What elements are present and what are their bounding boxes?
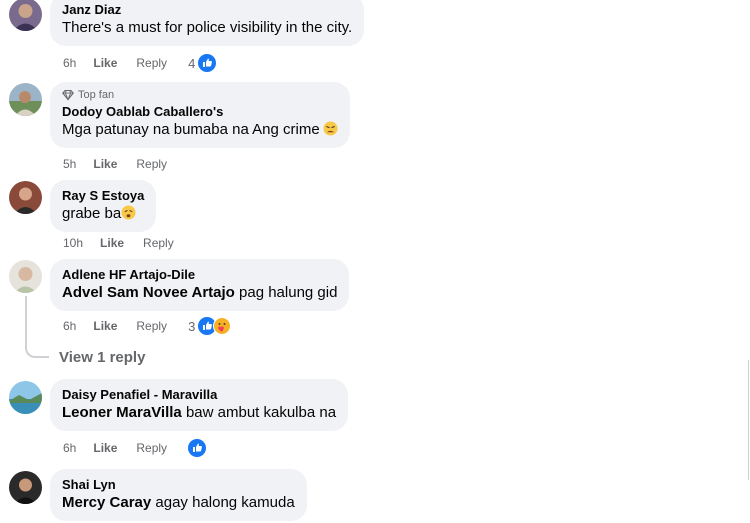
diamond-icon	[62, 89, 74, 101]
comment-actions: 10h Like Reply	[63, 234, 195, 252]
tired-face-emoji-icon	[323, 121, 338, 136]
avatar[interactable]	[9, 260, 42, 293]
like-button[interactable]: Like	[93, 319, 117, 333]
comment-text: Advel Sam Novee Artajo pag halung gid	[62, 283, 337, 303]
like-reaction-icon	[188, 439, 207, 457]
mention-link[interactable]: Leoner MaraVilla	[62, 404, 182, 421]
avatar[interactable]	[9, 83, 42, 116]
comment-author[interactable]: Adlene HF Artajo-Dile	[62, 266, 337, 283]
comment-timestamp[interactable]: 6h	[63, 319, 76, 333]
like-button[interactable]: Like	[100, 236, 124, 250]
comment-author[interactable]: Ray S Estoya	[62, 187, 144, 204]
comment-author[interactable]: Shai Lyn	[62, 476, 295, 493]
avatar[interactable]	[9, 471, 42, 504]
mention-link[interactable]: Mercy Caray	[62, 494, 151, 511]
comment-bubble: Top fan Dodoy Oablab Caballero's Mga pat…	[50, 82, 350, 148]
reaction-count[interactable]: 4	[188, 54, 217, 72]
reply-button[interactable]: Reply	[136, 56, 167, 70]
avatar[interactable]	[9, 181, 42, 214]
view-replies-link[interactable]: View 1 reply	[59, 349, 145, 366]
comment-actions: 6h Like Reply 4	[63, 54, 217, 72]
comment-author[interactable]: Daisy Penafiel - Maravilla	[62, 386, 336, 403]
reaction-number: 3	[188, 318, 196, 334]
comment-timestamp[interactable]: 10h	[63, 236, 83, 250]
top-fan-badge: Top fan	[62, 89, 338, 101]
thread-elbow	[25, 344, 49, 358]
comment-text-body: agay halong kamuda	[151, 494, 295, 511]
reaction-number: 4	[188, 55, 196, 71]
comment-bubble: Adlene HF Artajo-Dile Advel Sam Novee Ar…	[50, 259, 350, 311]
comment-author[interactable]: Dodoy Oablab Caballero's	[62, 103, 338, 120]
reaction-count[interactable]: 3	[188, 317, 232, 335]
comment-text: Leoner MaraVilla baw ambut kakulba na	[62, 403, 336, 423]
comment-text: There's a must for police visibility in …	[62, 19, 353, 36]
comment-text: Mercy Caray agay halong kamuda	[62, 493, 295, 513]
comment-text-body: Mga patunay na bumaba na Ang crime	[62, 121, 320, 138]
mention-link[interactable]: Advel Sam Novee Artajo	[62, 284, 235, 301]
comment-timestamp[interactable]: 6h	[63, 56, 76, 70]
scrollbar-thumb[interactable]	[748, 360, 749, 480]
like-button[interactable]: Like	[93, 56, 117, 70]
thread-line	[25, 296, 27, 344]
comment-actions: 5h Like Reply	[63, 155, 188, 173]
comment-bubble: Shai Lyn Mercy Caray agay halong kamuda	[50, 469, 307, 521]
comment-text-body: baw ambut kakulba na	[181, 404, 337, 421]
comment-bubble: Janz Diaz There's a must for police visi…	[50, 0, 365, 46]
weary-face-emoji-icon	[121, 205, 136, 220]
avatar[interactable]	[9, 381, 42, 414]
reply-button[interactable]: Reply	[136, 157, 167, 171]
top-fan-label: Top fan	[78, 89, 115, 101]
comment-timestamp[interactable]: 6h	[63, 441, 76, 455]
like-button[interactable]: Like	[93, 441, 117, 455]
comment-actions: 6h Like Reply	[63, 439, 207, 457]
comment-text: grabe ba	[62, 204, 144, 224]
comment-timestamp[interactable]: 5h	[63, 157, 76, 171]
reply-button[interactable]: Reply	[143, 236, 174, 250]
reply-button[interactable]: Reply	[136, 441, 167, 455]
comment-actions: 6h Like Reply 3	[63, 317, 232, 335]
comment-author[interactable]: Janz Diaz	[62, 1, 352, 18]
reply-button[interactable]: Reply	[136, 319, 167, 333]
reaction-count[interactable]	[188, 439, 207, 457]
comment-bubble: Daisy Penafiel - Maravilla Leoner MaraVi…	[50, 379, 349, 431]
comment-text-body: pag halung gid	[234, 284, 338, 301]
avatar[interactable]	[9, 0, 42, 31]
comment-text-body: grabe ba	[62, 205, 122, 222]
comment-bubble: Ray S Estoya grabe ba	[50, 180, 157, 232]
like-reaction-icon	[198, 54, 217, 72]
like-button[interactable]: Like	[93, 157, 117, 171]
care-reaction-icon	[213, 317, 232, 335]
comment-text: Mga patunay na bumaba na Ang crime	[62, 120, 338, 140]
